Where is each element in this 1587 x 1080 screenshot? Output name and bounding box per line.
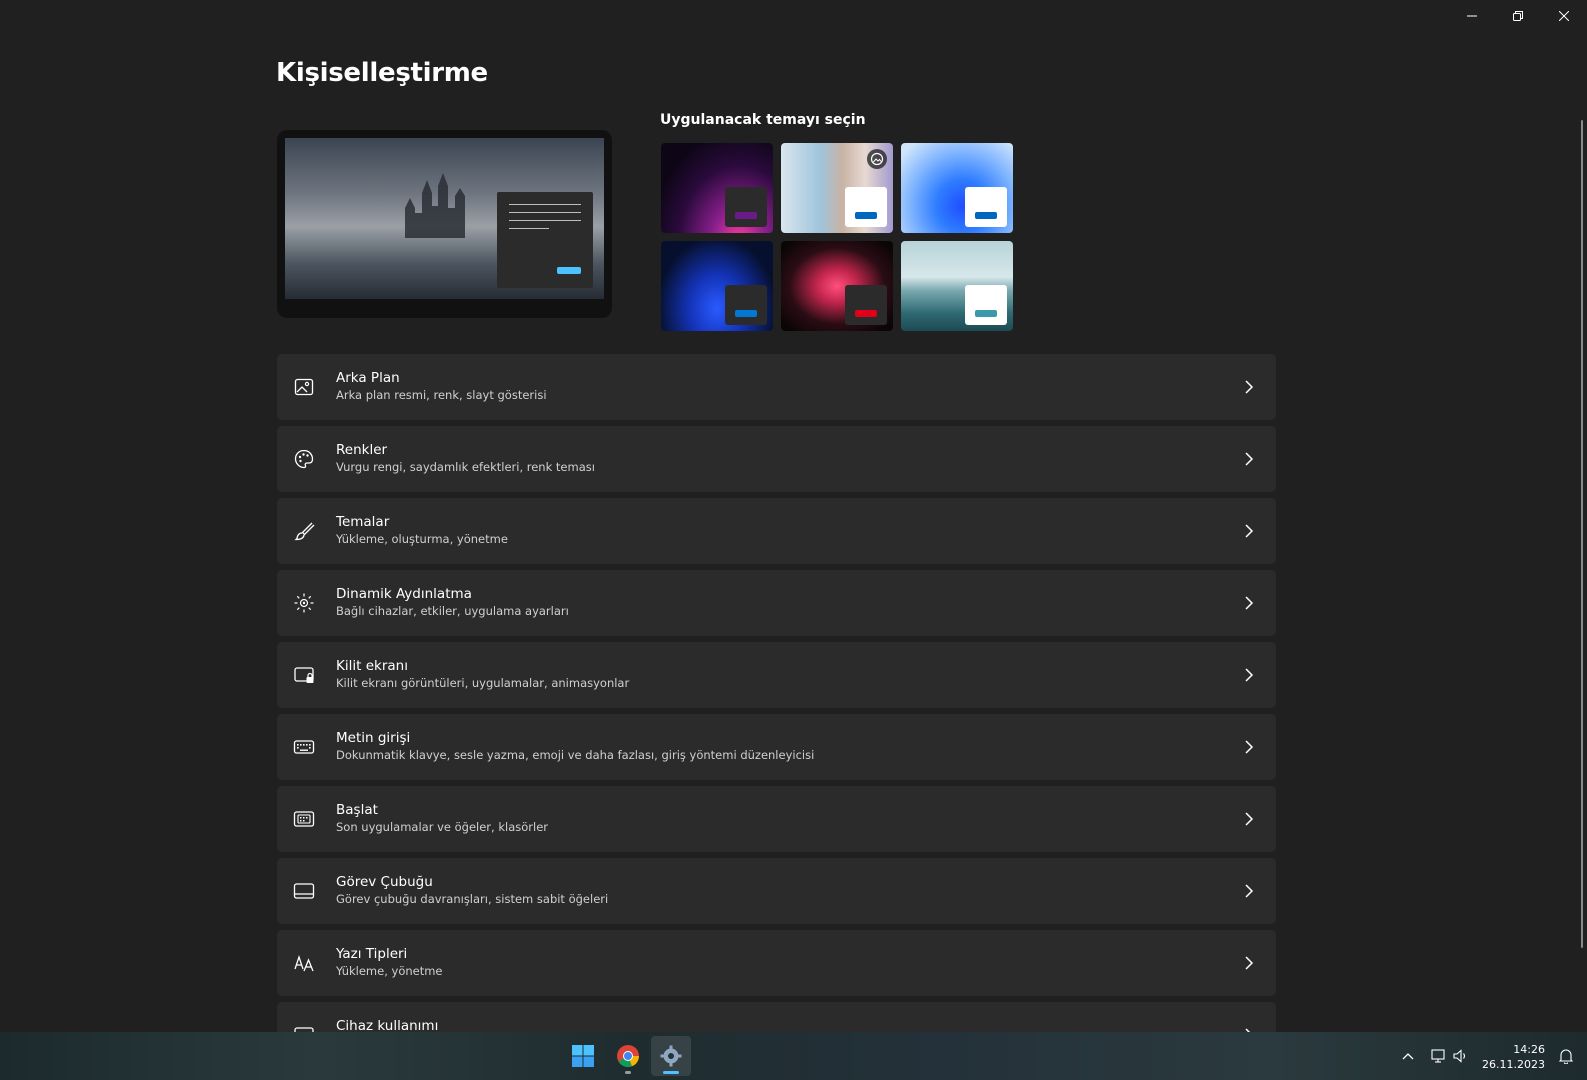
page-title: Kişiselleştirme [276, 58, 488, 88]
taskbar-icon [293, 880, 315, 902]
setting-title: Metin girişi [336, 730, 411, 746]
theme-windows-dark[interactable] [661, 241, 773, 331]
theme-flowers[interactable] [781, 143, 893, 233]
keyboard-icon [293, 736, 315, 758]
chevron-right-icon [1242, 955, 1256, 971]
theme-dark-glow[interactable] [661, 143, 773, 233]
minimize-icon [1467, 15, 1477, 17]
setting-desc: Kilit ekranı görüntüleri, uygulamalar, a… [336, 676, 630, 690]
chrome-icon [617, 1045, 640, 1068]
theme-preview [277, 130, 612, 318]
setting-text-input[interactable]: Metin girişi Dokunmatik klavye, sesle ya… [277, 714, 1276, 780]
setting-background[interactable]: Arka Plan Arka plan resmi, renk, slayt g… [277, 354, 1276, 420]
setting-device-usage[interactable]: Cihaz kullanımı [277, 1002, 1276, 1036]
chevron-right-icon [1242, 739, 1256, 755]
system-tray [1396, 1032, 1420, 1080]
palette-icon [293, 448, 315, 470]
chevron-right-icon [1242, 451, 1256, 467]
setting-fonts[interactable]: Yazı Tipleri Yükleme, yönetme [277, 930, 1276, 996]
network-volume-group[interactable] [1428, 1032, 1472, 1080]
start-icon [293, 808, 315, 830]
clock-date: 26.11.2023 [1482, 1058, 1545, 1071]
fonts-icon [293, 952, 315, 974]
scrollbar[interactable] [1581, 120, 1583, 948]
chevron-right-icon [1242, 595, 1256, 611]
setting-title: Yazı Tipleri [336, 946, 408, 962]
theme-windows-light[interactable] [901, 143, 1013, 233]
close-icon [1559, 11, 1569, 21]
preview-wallpaper [285, 138, 604, 299]
lock-screen-icon [293, 664, 315, 686]
setting-start[interactable]: Başlat Son uygulamalar ve öğeler, klasör… [277, 786, 1276, 852]
settings-gear-icon [660, 1045, 682, 1067]
image-icon [293, 376, 315, 398]
volume-icon [1450, 1049, 1472, 1063]
brush-icon [293, 520, 315, 542]
setting-title: Görev Çubuğu [336, 874, 433, 890]
setting-taskbar[interactable]: Görev Çubuğu Görev çubuğu davranışları, … [277, 858, 1276, 924]
setting-desc: Dokunmatik klavye, sesle yazma, emoji ve… [336, 748, 815, 762]
setting-title: Temalar [336, 514, 390, 530]
setting-lock-screen[interactable]: Kilit ekranı Kilit ekranı görüntüleri, u… [277, 642, 1276, 708]
setting-desc: Arka plan resmi, renk, slayt gösterisi [336, 388, 547, 402]
castle-silhouette [400, 168, 470, 238]
minimize-button[interactable] [1449, 0, 1495, 32]
clock-time: 14:26 [1513, 1043, 1545, 1056]
setting-colors[interactable]: Renkler Vurgu rengi, saydamlık efektleri… [277, 426, 1276, 492]
clock[interactable]: 14:26 26.11.2023 [1482, 1042, 1545, 1072]
taskbar: 14:26 26.11.2023 [0, 1032, 1587, 1080]
setting-desc: Görev çubuğu davranışları, sistem sabit … [336, 892, 609, 906]
setting-desc: Yükleme, oluşturma, yönetme [336, 532, 508, 546]
setting-title: Dinamik Aydınlatma [336, 586, 472, 602]
chevron-right-icon [1242, 379, 1256, 395]
window-controls [1449, 0, 1587, 32]
theme-captured-motion[interactable] [781, 241, 893, 331]
setting-desc: Son uygulamalar ve öğeler, klasörler [336, 820, 548, 834]
windows-start-button[interactable] [563, 1036, 603, 1076]
theme-sunrise-lake[interactable] [901, 241, 1013, 331]
chevron-right-icon [1242, 523, 1256, 539]
themes-label: Uygulanacak temayı seçin [660, 112, 866, 128]
windows-start-icon [572, 1045, 594, 1067]
restore-button[interactable] [1495, 0, 1541, 32]
chevron-up-icon[interactable] [1396, 1052, 1420, 1060]
notification-button[interactable] [1559, 1032, 1573, 1080]
setting-desc: Yükleme, yönetme [336, 964, 443, 978]
setting-title: Arka Plan [336, 370, 400, 386]
restore-icon [1513, 11, 1523, 21]
setting-themes[interactable]: Temalar Yükleme, oluşturma, yönetme [277, 498, 1276, 564]
close-button[interactable] [1541, 0, 1587, 32]
settings-taskbar-button[interactable] [651, 1036, 691, 1076]
setting-desc: Bağlı cihazlar, etkiler, uygulama ayarla… [336, 604, 569, 618]
chevron-right-icon [1242, 667, 1256, 683]
lighting-icon [293, 592, 315, 614]
preview-accent [557, 267, 581, 274]
chevron-right-icon [1242, 811, 1256, 827]
preview-window [497, 192, 593, 288]
setting-title: Kilit ekranı [336, 658, 408, 674]
themes-grid [661, 143, 1013, 331]
setting-title: Başlat [336, 802, 378, 818]
bell-icon [1559, 1049, 1573, 1064]
chevron-right-icon [1242, 883, 1256, 899]
photo-badge-icon [867, 149, 887, 169]
setting-title: Renkler [336, 442, 388, 458]
setting-dynamic-lighting[interactable]: Dinamik Aydınlatma Bağlı cihazlar, etkil… [277, 570, 1276, 636]
settings-list: Arka Plan Arka plan resmi, renk, slayt g… [277, 354, 1276, 1036]
setting-desc: Vurgu rengi, saydamlık efektleri, renk t… [336, 460, 595, 474]
network-icon [1428, 1049, 1450, 1063]
chrome-taskbar-button[interactable] [608, 1036, 648, 1076]
